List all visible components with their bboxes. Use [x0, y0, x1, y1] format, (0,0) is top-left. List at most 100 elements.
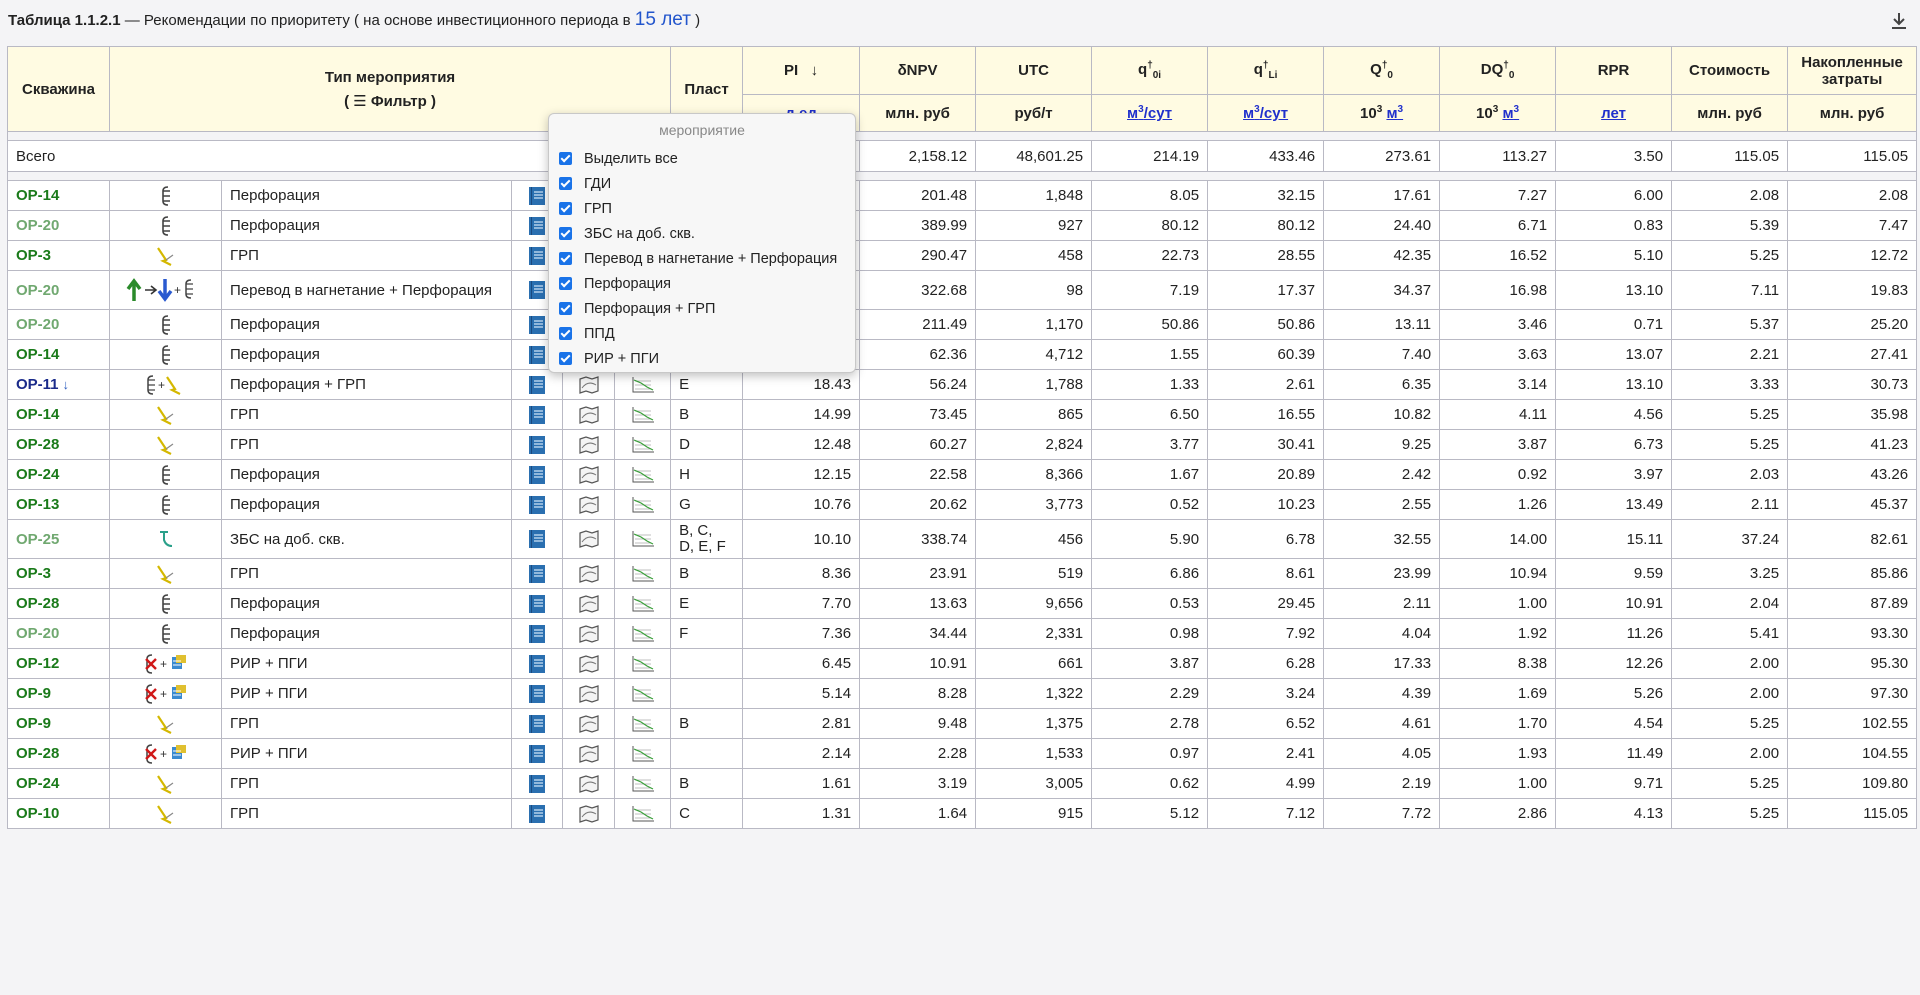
chart-button[interactable] — [613, 558, 672, 589]
filter-checkbox[interactable] — [559, 152, 572, 165]
map-button[interactable] — [562, 648, 615, 679]
well-cell[interactable]: OP-25 — [7, 519, 110, 559]
map-button[interactable] — [562, 768, 615, 799]
map-button[interactable] — [562, 519, 615, 559]
chart-button[interactable] — [613, 618, 672, 649]
unit-q0i[interactable]: м3/сут — [1091, 94, 1209, 132]
well-cell[interactable]: OP-28 — [7, 588, 110, 619]
well-cell[interactable]: OP-28 — [7, 429, 110, 460]
table-row[interactable]: OP-9 + РИР + ПГИ 5.14 8.28 1,322 2.29 3.24 4.39 1… — [7, 678, 1918, 709]
table-row[interactable]: OP-24 ГРП B 1.61 3.19 3,005 0.62 4.99 2.19 1.00 9.… — [7, 768, 1918, 799]
well-cell[interactable]: OP-20 — [7, 210, 110, 241]
table-row[interactable]: OP-14 ГРП B 14.99 73.45 865 6.50 16.55 10.82 4.11… — [7, 399, 1918, 430]
chart-button[interactable] — [613, 648, 672, 679]
doc-button[interactable] — [511, 648, 563, 679]
header-rpr[interactable]: RPR — [1555, 46, 1673, 95]
unit-rpr[interactable]: лет — [1555, 94, 1673, 132]
map-button[interactable] — [562, 399, 615, 430]
well-name[interactable]: OP-13 — [16, 496, 59, 513]
table-row[interactable]: OP-20 Перфорация F 7.36 34.44 2,331 0.98 7.92 4.… — [7, 618, 1918, 649]
well-cell[interactable]: OP-14 — [7, 339, 110, 370]
chart-button[interactable] — [613, 429, 672, 460]
table-row[interactable]: OP-9 ГРП B 2.81 9.48 1,375 2.78 6.52 4.61 1.70 4.5… — [7, 708, 1918, 739]
filter-option[interactable]: Перфорация + ГРП — [559, 296, 845, 321]
table-row[interactable]: OP-13 Перфорация G 10.76 20.62 3,773 0.52 10.23… — [7, 489, 1918, 520]
chart-button[interactable] — [613, 708, 672, 739]
header-dq0[interactable]: DQ†0 — [1439, 46, 1557, 95]
filter-option[interactable]: ЗБС на доб. скв. — [559, 221, 845, 246]
table-row[interactable]: OP-3 ГРП 290.47 458 22.73 28.55 42.35 16.52 5.10… — [7, 240, 1918, 271]
header-cost[interactable]: Стоимость — [1671, 46, 1789, 95]
doc-button[interactable] — [511, 558, 563, 589]
map-button[interactable] — [562, 489, 615, 520]
well-name[interactable]: OP-3 — [16, 247, 51, 264]
well-cell[interactable]: OP-20 — [7, 618, 110, 649]
header-utc[interactable]: UTC — [975, 46, 1093, 95]
table-row[interactable]: OP-28 + РИР + ПГИ 2.14 2.28 1,533 0.97 2.41 4.05… — [7, 738, 1918, 769]
well-name[interactable]: OP-11 — [16, 376, 59, 393]
map-button[interactable] — [562, 558, 615, 589]
map-button[interactable] — [562, 798, 615, 829]
header-qli[interactable]: q†Li — [1207, 46, 1325, 95]
well-name[interactable]: OP-10 — [16, 805, 59, 822]
doc-button[interactable] — [511, 798, 563, 829]
well-name[interactable]: OP-20 — [16, 316, 59, 333]
table-row[interactable]: OP-28 ГРП D 12.48 60.27 2,824 3.77 30.41 9.25 3.8… — [7, 429, 1918, 460]
download-icon[interactable] — [1888, 10, 1910, 32]
table-row[interactable]: OP-20 + Перевод в нагнетание + Перфорация 3… — [7, 270, 1918, 310]
header-q0i[interactable]: q†0i — [1091, 46, 1209, 95]
filter-option[interactable]: Перевод в нагнетание + Перфорация — [559, 246, 845, 271]
well-cell[interactable]: OP-14 — [7, 180, 110, 211]
well-cell[interactable]: OP-3 — [7, 558, 110, 589]
well-name[interactable]: OP-14 — [16, 406, 59, 423]
filter-button[interactable]: ( ☰ Фильтр ) — [118, 92, 662, 110]
filter-checkbox[interactable] — [559, 302, 572, 315]
chart-button[interactable] — [613, 678, 672, 709]
header-q0[interactable]: Q†0 — [1323, 46, 1441, 95]
chart-button[interactable] — [613, 768, 672, 799]
doc-button[interactable] — [511, 618, 563, 649]
filter-option[interactable]: ГДИ — [559, 171, 845, 196]
filter-option[interactable]: ППД — [559, 321, 845, 346]
header-pi[interactable]: PI ↓ — [742, 46, 861, 95]
chart-button[interactable] — [613, 738, 672, 769]
chart-button[interactable] — [613, 459, 672, 490]
unit-dq0-link[interactable]: м3 — [1502, 104, 1519, 122]
table-row[interactable]: OP-11 ↓ + Перфорация + ГРП E 18.43 56.24 1,788 1… — [7, 369, 1918, 400]
header-cum[interactable]: Накопленные затраты — [1787, 46, 1918, 95]
table-row[interactable]: OP-12 + РИР + ПГИ 6.45 10.91 661 3.87 6.28 17.33… — [7, 648, 1918, 679]
filter-checkbox[interactable] — [559, 352, 572, 365]
chart-button[interactable] — [613, 519, 672, 559]
filter-checkbox[interactable] — [559, 327, 572, 340]
map-button[interactable] — [562, 618, 615, 649]
table-row[interactable]: OP-14 Перфорация 201.48 1,848 8.05 32.15 17.61… — [7, 180, 1918, 211]
unit-dq0[interactable]: 103 м3 — [1439, 94, 1557, 132]
well-name[interactable]: OP-3 — [16, 565, 51, 582]
map-button[interactable] — [562, 738, 615, 769]
well-name[interactable]: OP-20 — [16, 217, 59, 234]
well-name[interactable]: OP-25 — [16, 531, 59, 548]
unit-q0[interactable]: 103 м3 — [1323, 94, 1441, 132]
map-button[interactable] — [562, 588, 615, 619]
filter-checkbox[interactable] — [559, 252, 572, 265]
doc-button[interactable] — [511, 708, 563, 739]
unit-q0-link[interactable]: м3 — [1386, 104, 1403, 122]
well-name[interactable]: OP-12 — [16, 655, 59, 672]
well-cell[interactable]: OP-11 ↓ — [7, 369, 110, 400]
well-cell[interactable]: OP-20 — [7, 309, 110, 340]
table-row[interactable]: OP-10 ГРП C 1.31 1.64 915 5.12 7.12 7.72 2.86 4.13… — [7, 798, 1918, 829]
well-cell[interactable]: OP-14 — [7, 399, 110, 430]
filter-checkbox[interactable] — [559, 202, 572, 215]
sort-desc-icon[interactable]: ↓ — [811, 62, 819, 79]
well-name[interactable]: OP-9 — [16, 715, 51, 732]
header-well[interactable]: Скважина — [7, 46, 110, 132]
well-name[interactable]: OP-14 — [16, 187, 59, 204]
well-name[interactable]: OP-24 — [16, 466, 59, 483]
table-row[interactable]: OP-28 Перфорация E 7.70 13.63 9,656 0.53 29.45 2… — [7, 588, 1918, 619]
table-row[interactable]: OP-14ПерфорацияG29.2262.364,7121.5560.39… — [7, 339, 1918, 370]
map-button[interactable] — [562, 369, 615, 400]
well-cell[interactable]: OP-13 — [7, 489, 110, 520]
well-cell[interactable]: OP-24 — [7, 459, 110, 490]
header-dnpv[interactable]: δNPV — [859, 46, 977, 95]
table-row[interactable]: OP-3 ГРП B 8.36 23.91 519 6.86 8.61 23.99 10.94 9.… — [7, 558, 1918, 589]
